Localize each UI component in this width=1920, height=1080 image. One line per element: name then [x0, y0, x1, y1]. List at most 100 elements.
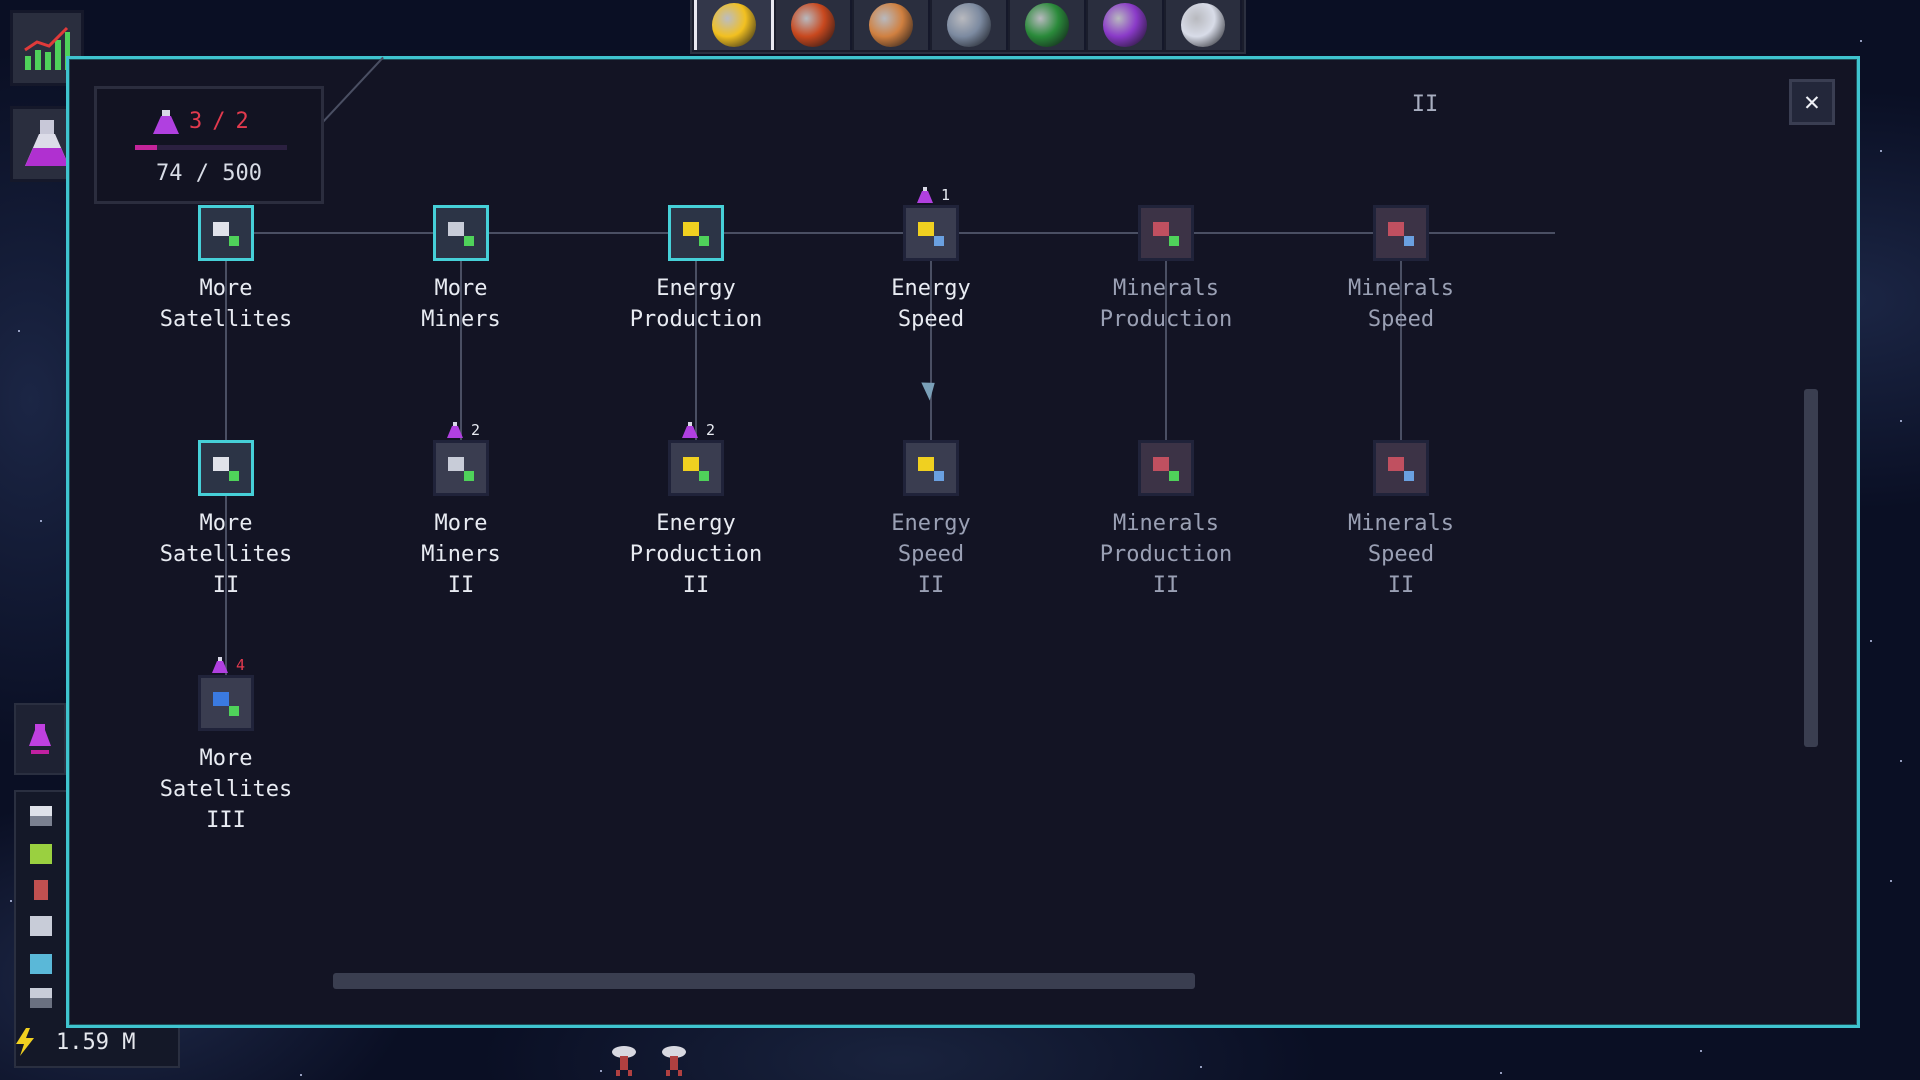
research-node-label: More Satellites II — [159, 511, 293, 598]
star — [18, 330, 20, 332]
research-cost: 4 — [212, 656, 245, 674]
star — [300, 1074, 302, 1076]
moon-planet-icon — [1181, 3, 1225, 47]
planet-tab-4[interactable] — [932, 0, 1008, 50]
vertical-scrollbar[interactable] — [1804, 389, 1818, 747]
research-node-row1-1[interactable] — [198, 205, 254, 261]
tree-connector — [930, 233, 932, 468]
tree-connector — [1165, 233, 1167, 468]
energy-icon — [679, 216, 713, 250]
points-separator: / — [212, 109, 226, 134]
research-tree-panel: More Satellites More Miners Energy Product… — [66, 56, 1860, 1028]
research-cost-value: 4 — [236, 656, 246, 674]
lava-planet-icon — [791, 3, 835, 47]
planet-tab-3[interactable] — [854, 0, 930, 50]
energy-readout: 1.59 M — [14, 1022, 174, 1062]
research-node-label: Energy Production II — [629, 511, 763, 598]
research-node-row3-1[interactable] — [198, 675, 254, 731]
star — [1880, 150, 1882, 152]
research-cost: 1 — [917, 186, 950, 204]
star — [1500, 1072, 1502, 1074]
mineral-icon — [1149, 216, 1183, 250]
planet-tab-5[interactable] — [1010, 0, 1086, 50]
satellite-tool-icon — [947, 3, 991, 47]
research-node-row2-3[interactable] — [668, 440, 724, 496]
star — [600, 1070, 602, 1072]
planet-tab-2[interactable] — [776, 0, 852, 50]
star — [1860, 40, 1862, 42]
drone-indicators — [610, 1044, 688, 1076]
planet-tab-1[interactable] — [694, 0, 774, 50]
tree-connector — [225, 233, 227, 468]
energy-icon — [679, 451, 713, 485]
research-progress-text: 74 / 500 — [156, 161, 262, 186]
flask-icon — [153, 109, 179, 134]
star — [1200, 1066, 1202, 1068]
energy-speed-icon — [914, 216, 948, 250]
research-node-row2-5[interactable] — [1138, 440, 1194, 496]
satellite-icon — [209, 216, 243, 250]
mouse-cursor — [921, 377, 941, 401]
close-button[interactable]: ✕ — [1789, 79, 1835, 125]
crystal-resource-icon — [30, 954, 52, 974]
research-points-counter: 3 / 2 74 / 500 — [94, 86, 324, 204]
sun-planet-icon — [712, 3, 756, 47]
miner-icon — [444, 216, 478, 250]
points-max: 2 — [235, 109, 249, 134]
mineral-speed-icon — [1384, 216, 1418, 250]
flask-icon — [447, 422, 463, 438]
research-node-label: Minerals Production II — [1099, 511, 1233, 598]
satellite-icon — [209, 686, 243, 720]
research-node-row1-3[interactable] — [668, 205, 724, 261]
planet-tab-7[interactable] — [1166, 0, 1242, 50]
research-node-row2-4[interactable] — [903, 440, 959, 496]
flask-icon — [29, 724, 51, 754]
research-side-tab[interactable] — [14, 703, 66, 775]
tree-connector — [1400, 233, 1402, 468]
planet-selector-bar — [690, 0, 1246, 54]
research-node-row1-2[interactable] — [433, 205, 489, 261]
miner-resource-icon — [30, 844, 52, 864]
battery-resource-icon — [34, 880, 48, 900]
drone-icon — [612, 1046, 636, 1076]
research-progress-bar — [135, 145, 287, 150]
research-cost: 2 — [682, 421, 715, 439]
flask-icon — [917, 187, 933, 203]
violet-planet-icon — [1103, 3, 1147, 47]
energy-speed-icon — [914, 451, 948, 485]
star — [1700, 1050, 1702, 1052]
drone-icon — [662, 1046, 686, 1076]
research-cost: 2 — [447, 421, 480, 439]
star — [10, 900, 12, 902]
chip-resource-icon — [30, 916, 52, 936]
desert-planet-icon — [869, 3, 913, 47]
research-node-label: Energy Speed II — [891, 511, 971, 598]
research-node-row2-6[interactable] — [1373, 440, 1429, 496]
tier-label: II — [1411, 92, 1439, 117]
star — [40, 520, 42, 522]
research-node-row1-5[interactable] — [1138, 205, 1194, 261]
research-node-row1-6[interactable] — [1373, 205, 1429, 261]
star — [1900, 760, 1902, 762]
satellite-icon — [209, 451, 243, 485]
planet-tab-6[interactable] — [1088, 0, 1164, 50]
research-node-label: More Satellites III — [159, 746, 293, 833]
research-node-label: Minerals Speed II — [1348, 511, 1454, 598]
horizontal-scrollbar[interactable] — [333, 973, 1195, 989]
research-node-label: More Miners — [421, 276, 501, 332]
research-node-row1-4[interactable] — [903, 205, 959, 261]
research-node-row2-2[interactable] — [433, 440, 489, 496]
satellite-resource-icon — [30, 806, 52, 826]
research-cost-value: 2 — [706, 421, 716, 439]
flask-icon — [25, 120, 69, 166]
close-icon: ✕ — [1804, 87, 1820, 117]
star — [1900, 420, 1902, 422]
star — [1870, 640, 1872, 642]
points-used: 3 — [189, 109, 203, 134]
tree-connector — [226, 232, 1555, 234]
research-node-label: More Miners II — [421, 511, 501, 598]
research-cost-value: 2 — [471, 421, 481, 439]
research-node-row2-1[interactable] — [198, 440, 254, 496]
lightning-icon — [16, 1028, 34, 1056]
research-node-label: Energy Production — [629, 276, 763, 332]
